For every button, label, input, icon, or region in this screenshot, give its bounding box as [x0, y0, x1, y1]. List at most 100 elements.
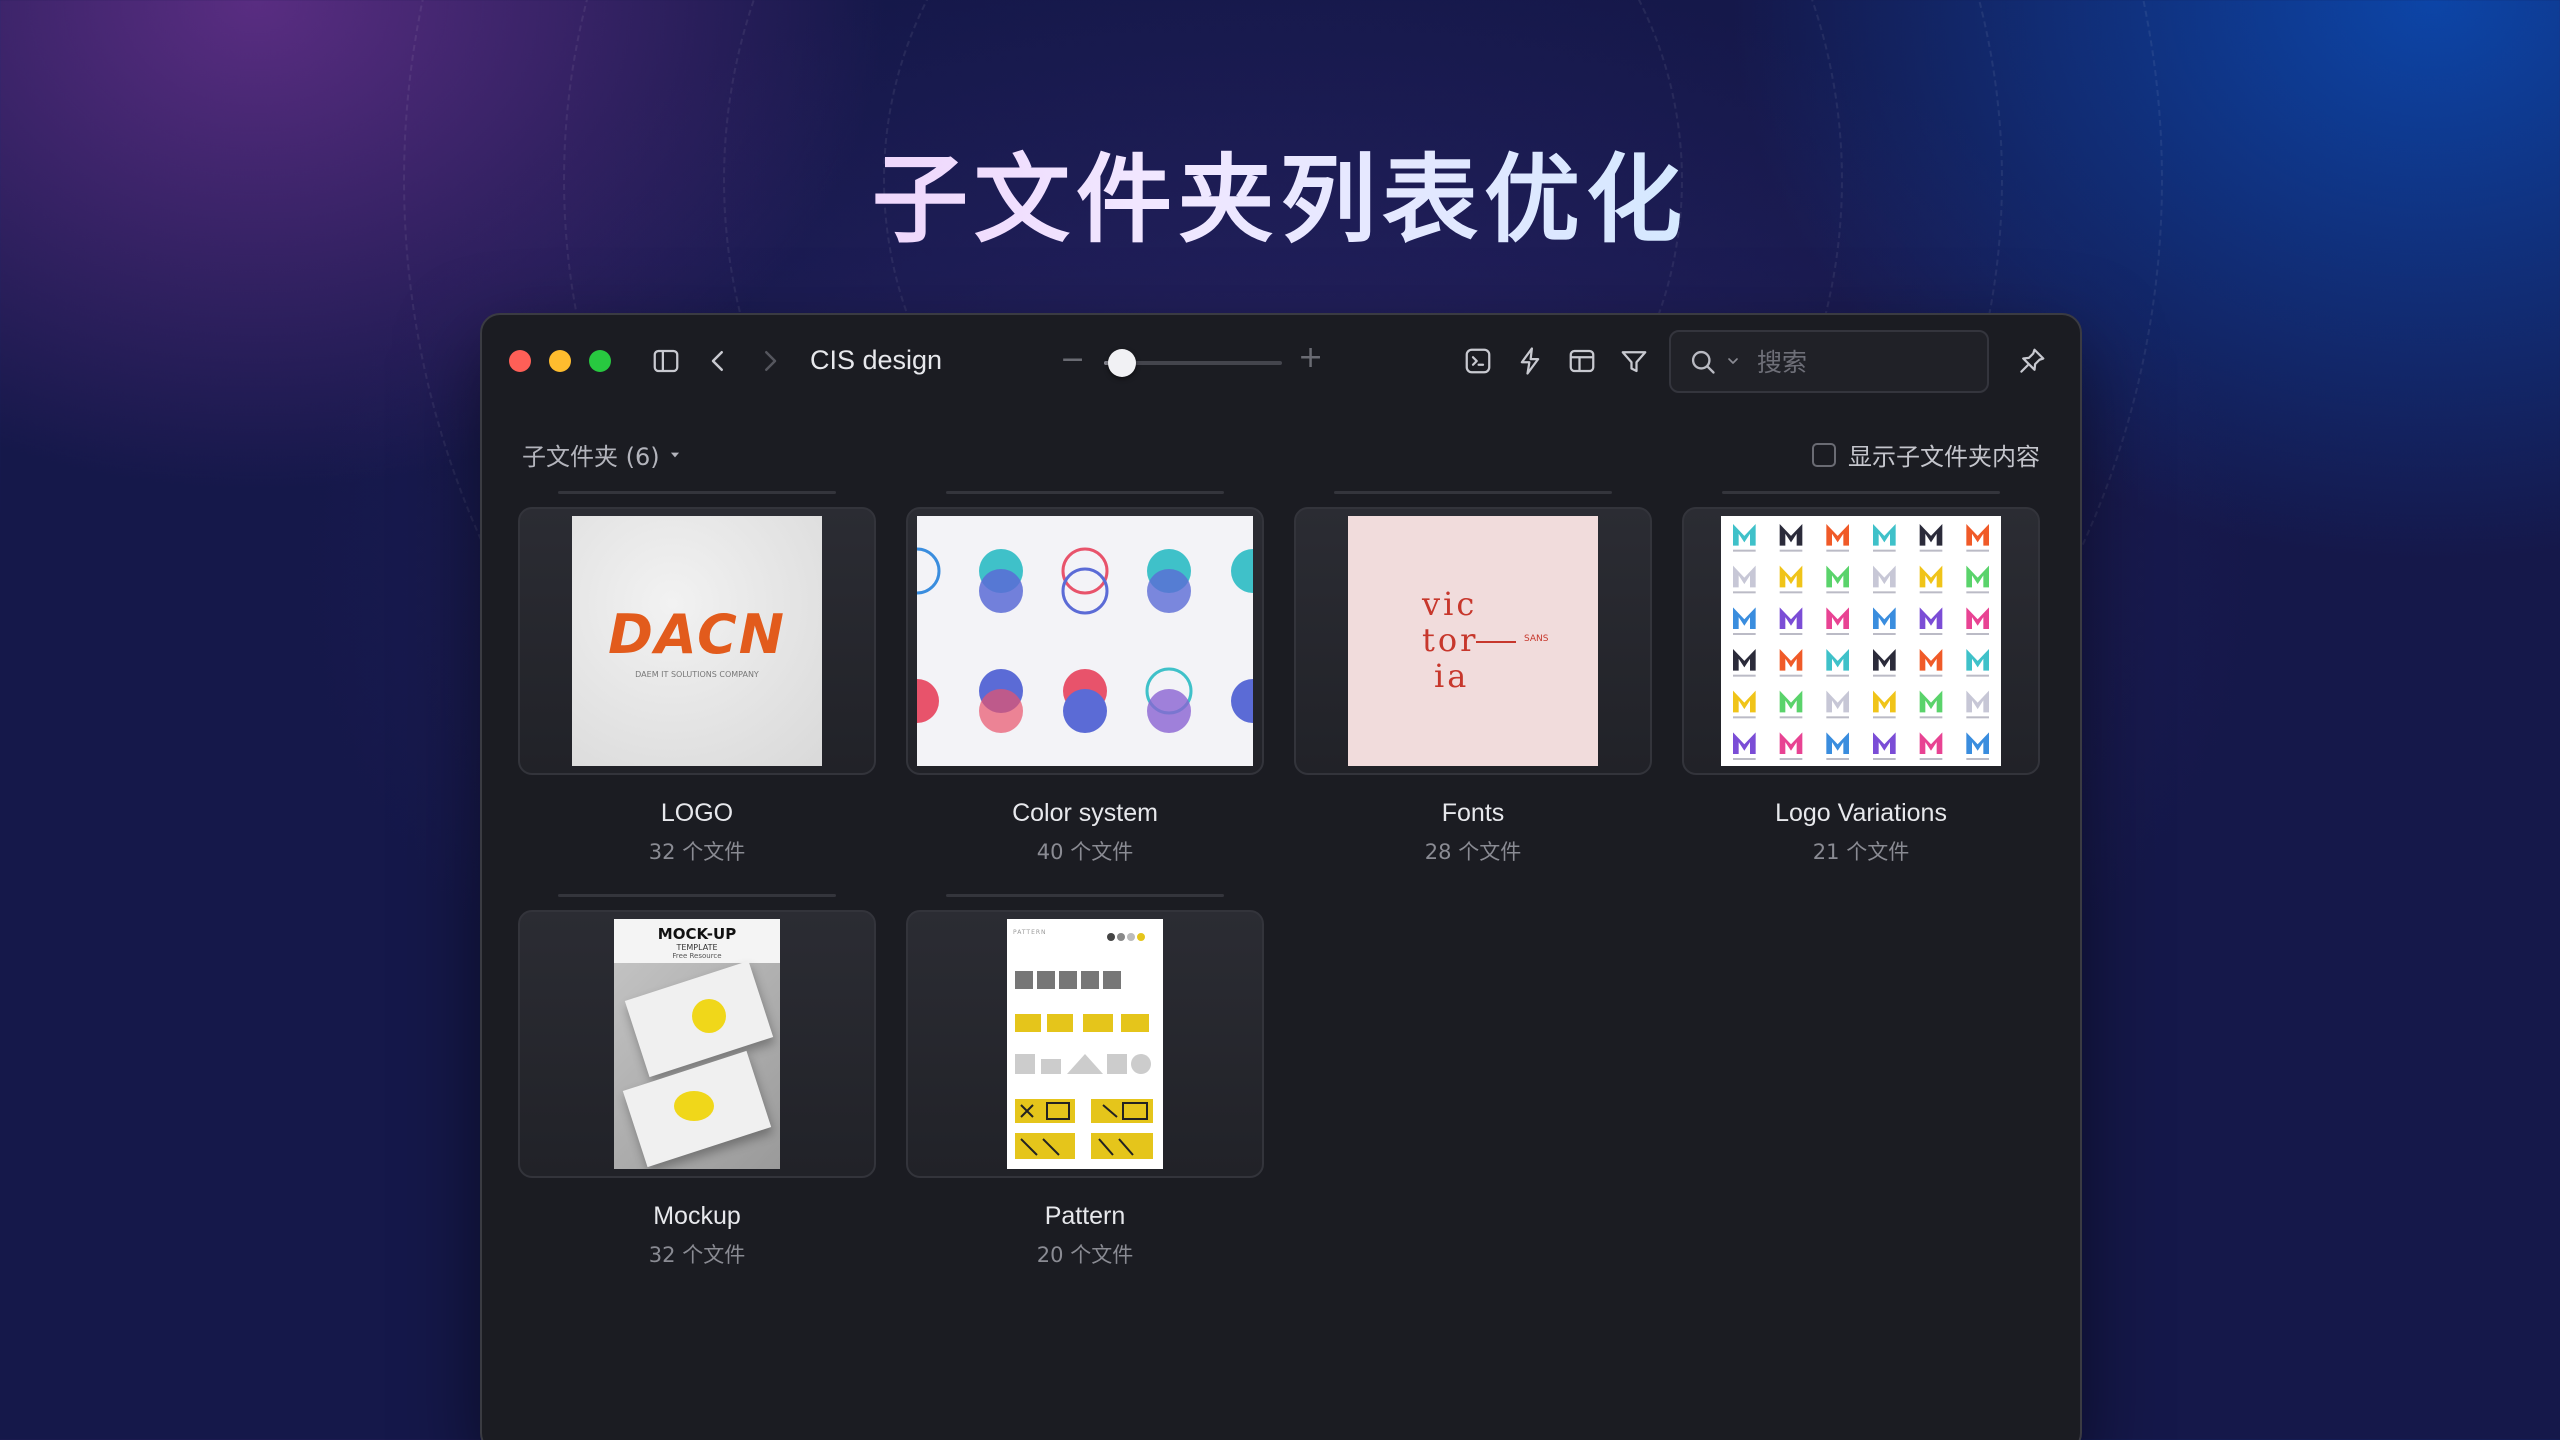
show-subfolder-content-label: 显示子文件夹内容 [1848, 443, 2040, 471]
pattern-header: PATTERN [1013, 929, 1047, 936]
caret-down-icon [670, 452, 679, 457]
logo-wordmark: DACN [608, 603, 786, 666]
logo-variation-caption [1779, 591, 1803, 594]
logo-variation-mark [1733, 565, 1756, 588]
chevron-down-icon[interactable] [1725, 353, 1741, 369]
logo-variation-caption [1919, 674, 1943, 677]
logo-variation-mark [1919, 524, 1943, 546]
folder-thumbnail[interactable]: vic tor ia SANS [1294, 507, 1652, 775]
folder-title: CIS design [810, 345, 943, 375]
folder-name: Logo Variations [1775, 799, 1947, 827]
logo-variation-mark [1826, 607, 1849, 629]
search-input[interactable] [1757, 344, 1977, 380]
logo-variation-mark [1873, 524, 1896, 546]
mockup-credit: Free Resource [672, 952, 722, 960]
folder-tile-pattern[interactable]: PATTERN Pattern 20 个文件 [906, 894, 1264, 1269]
show-subfolder-content-option[interactable]: 显示子文件夹内容 [1812, 437, 2040, 472]
logo-variation-mark [1966, 607, 1989, 629]
subfolder-toggle-label: 子文件夹 (6) [522, 443, 660, 471]
logo-variation-caption [1873, 591, 1896, 594]
logo-variation-caption [1919, 549, 1943, 552]
logo-variation-mark [1966, 524, 1989, 546]
minimize-window-button[interactable] [549, 350, 571, 372]
folder-stack-edge [558, 894, 836, 897]
folder-stack-edge [1722, 491, 2000, 494]
logo-variation-caption [1919, 633, 1943, 635]
app-window: CIS design − + 子文件夹 (6) [480, 313, 2082, 1440]
lightning-icon[interactable] [1512, 343, 1548, 379]
logo-variation-caption [1733, 758, 1756, 760]
logo-variation-caption [1779, 758, 1803, 760]
logo-variation-caption [1966, 549, 1989, 552]
zoom-out-button[interactable]: − [1060, 342, 1085, 377]
logo-variation-caption [1779, 674, 1803, 677]
folder-tile-logo[interactable]: DACN DAEM IT SOLUTIONS COMPANY LOGO 32 个… [518, 491, 876, 866]
logo-variation-caption [1919, 716, 1943, 719]
folder-tile-color-system[interactable]: Color system 40 个文件 [906, 491, 1264, 866]
logo-variation-caption [1919, 758, 1943, 760]
folder-file-count: 32 个文件 [648, 840, 746, 864]
font-sample-line: tor [1422, 621, 1479, 659]
fonts-preview-image: vic tor ia SANS [1348, 516, 1598, 766]
back-icon[interactable] [700, 343, 736, 379]
logo-variations-preview-image [1721, 516, 2001, 766]
folder-tile-logo-variations[interactable]: Logo Variations 21 个文件 [1682, 491, 2040, 866]
logo-variation-mark [1826, 565, 1849, 588]
logo-variation-mark [1826, 690, 1849, 713]
pin-icon[interactable] [2014, 343, 2050, 379]
filter-icon[interactable] [1616, 343, 1652, 379]
folder-thumbnail[interactable] [1682, 507, 2040, 775]
folder-name: Color system [1012, 799, 1158, 827]
subfolder-toggle[interactable]: 子文件夹 (6) [522, 437, 682, 472]
layout-icon[interactable] [1564, 343, 1600, 379]
folder-thumbnail[interactable]: MOCK-UP TEMPLATE Free Resource [518, 910, 876, 1178]
folder-tile-fonts[interactable]: vic tor ia SANS Fonts 28 个文件 [1294, 491, 1652, 866]
terminal-icon[interactable] [1460, 343, 1496, 379]
logo-preview-image: DACN DAEM IT SOLUTIONS COMPANY [572, 516, 822, 766]
logo-variation-caption [1966, 591, 1989, 594]
search-box[interactable] [1669, 330, 1989, 393]
search-icon[interactable] [1689, 348, 1717, 376]
logo-caption: DAEM IT SOLUTIONS COMPANY [635, 670, 759, 679]
logo-variation-caption [1826, 591, 1849, 594]
logo-variation-mark [1919, 732, 1943, 754]
close-window-button[interactable] [509, 350, 531, 372]
logo-variation-mark [1779, 607, 1803, 629]
logo-variation-caption [1733, 549, 1756, 552]
show-subfolder-content-checkbox[interactable] [1812, 442, 1836, 467]
logo-variation-mark [1919, 607, 1943, 629]
logo-variation-mark [1733, 607, 1756, 629]
forward-icon[interactable] [752, 343, 788, 379]
sidebar-toggle-icon[interactable] [648, 343, 684, 379]
folder-thumbnail[interactable]: DACN DAEM IT SOLUTIONS COMPANY [518, 507, 876, 775]
folder-thumbnail[interactable]: PATTERN [906, 910, 1264, 1178]
logo-variation-caption [1733, 674, 1756, 677]
mockup-preview-image: MOCK-UP TEMPLATE Free Resource [614, 919, 780, 1169]
folder-file-count: 40 个文件 [1036, 840, 1134, 864]
zoom-window-button[interactable] [589, 350, 611, 372]
logo-variation-mark [1733, 732, 1756, 754]
logo-variation-mark [1966, 649, 1989, 671]
folder-stack-edge [946, 491, 1224, 494]
logo-variation-caption [1966, 633, 1989, 635]
logo-variation-caption [1826, 633, 1849, 635]
logo-variation-mark [1826, 732, 1849, 754]
zoom-slider-handle[interactable] [1107, 349, 1136, 377]
folder-stack-edge [1334, 491, 1612, 494]
folder-file-count: 21 个文件 [1812, 840, 1910, 864]
logo-variation-mark [1826, 649, 1849, 671]
folder-name: LOGO [660, 799, 734, 827]
folder-tile-mockup[interactable]: MOCK-UP TEMPLATE Free Resource Mockup 32… [518, 894, 876, 1269]
folder-thumbnail[interactable] [906, 507, 1264, 775]
font-sample-line: vic [1422, 585, 1478, 623]
zoom-in-button[interactable]: + [1298, 340, 1323, 375]
folder-name: Fonts [1441, 799, 1505, 827]
folder-stack-edge [946, 894, 1224, 897]
logo-variation-mark [1873, 607, 1896, 629]
logo-variation-mark [1779, 690, 1803, 713]
logo-variation-caption [1873, 758, 1896, 760]
logo-variation-caption [1826, 674, 1849, 677]
logo-variation-mark [1966, 732, 1989, 754]
zoom-slider[interactable] [1104, 349, 1282, 377]
folder-file-count: 20 个文件 [1036, 1243, 1134, 1267]
